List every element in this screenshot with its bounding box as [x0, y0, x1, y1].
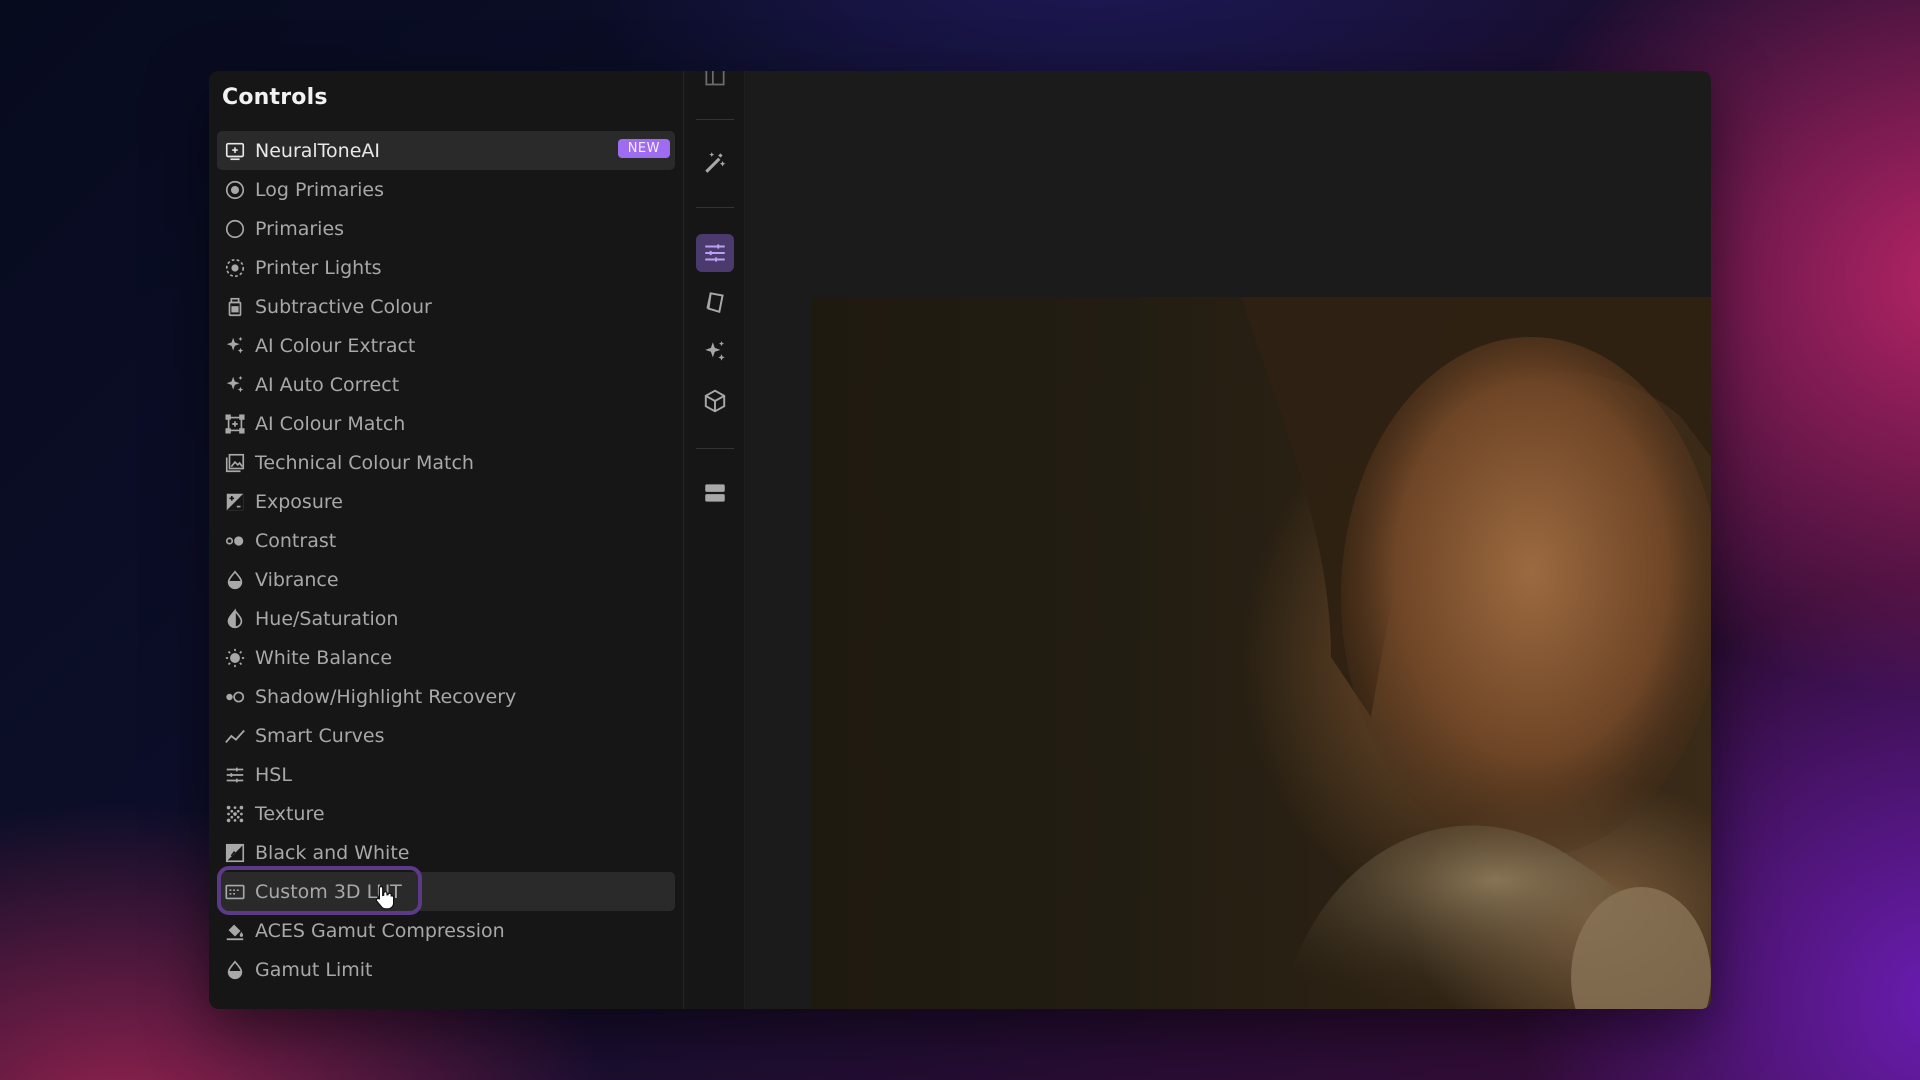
sidebar-item-label: Printer Lights [255, 256, 382, 279]
cube-icon[interactable] [696, 382, 734, 420]
lut-icon [223, 880, 247, 904]
toolbar-divider [696, 207, 734, 208]
sidebar-item-label: Hue/Saturation [255, 607, 399, 630]
adjustments-icon[interactable] [696, 234, 734, 272]
sidebar-item-label: AI Colour Extract [255, 334, 416, 357]
sidebar-item-exposure[interactable]: Exposure [217, 482, 675, 521]
exposure-icon [223, 490, 247, 514]
curve-icon [223, 724, 247, 748]
sparkle-icon[interactable] [696, 333, 734, 371]
sidebar-item-label: White Balance [255, 646, 393, 669]
frame-match-icon [223, 412, 247, 436]
sidebar-item-label: ACES Gamut Compression [255, 919, 505, 942]
image-gallery-icon [223, 451, 247, 475]
droplet-icon [223, 568, 247, 592]
circle-icon [223, 217, 247, 241]
sidebar-item-technical-colour-match[interactable]: Technical Colour Match [217, 443, 675, 482]
image-viewer [745, 71, 1711, 1009]
sidebar-item-label: Gamut Limit [255, 958, 373, 981]
sidebar-item-label: NeuralToneAI [255, 139, 381, 162]
sidebar-title: Controls [222, 85, 328, 110]
sidebar-item-label: HSL [255, 763, 292, 786]
sidebar-item-contrast[interactable]: Contrast [217, 521, 675, 560]
sidebar-item-label: AI Auto Correct [255, 373, 400, 396]
sidebar-item-ai-auto-correct[interactable]: AI Auto Correct [217, 365, 675, 404]
fill-bucket-icon [223, 919, 247, 943]
sidebar-item-hsl[interactable]: HSL [217, 755, 675, 794]
sidebar-item-label: Contrast [255, 529, 337, 552]
new-badge: NEW [617, 139, 670, 158]
sidebar-item-label: Shadow/Highlight Recovery [255, 685, 517, 708]
sidebar-item-custom-3d-lut[interactable]: Custom 3D LUT [217, 866, 675, 915]
sidebar-item-label: Primaries [255, 217, 345, 240]
sidebar-item-subtractive-colour[interactable]: Subtractive Colour [217, 287, 675, 326]
sidebar-item-black-and-white[interactable]: Black and White [217, 833, 675, 872]
dotted-circle-icon [223, 256, 247, 280]
layers-icon[interactable] [696, 474, 734, 512]
hand-cursor-icon [374, 884, 396, 910]
neural-tone-icon [223, 139, 247, 163]
sidebar-item-ai-colour-extract[interactable]: AI Colour Extract [217, 326, 675, 365]
droplet-icon [223, 958, 247, 982]
sidebar-item-smart-curves[interactable]: Smart Curves [217, 716, 675, 755]
panel-toggle-icon[interactable] [696, 71, 734, 93]
sliders-icon [223, 763, 247, 787]
app-window: Controls NeuralToneAI NEW Log Primaries [209, 71, 1711, 1009]
sidebar-item-hue-saturation[interactable]: Hue/Saturation [217, 599, 675, 638]
magic-wand-icon[interactable] [696, 143, 734, 181]
toolbar-divider [696, 448, 734, 449]
bw-icon [223, 841, 247, 865]
sidebar-item-white-balance[interactable]: White Balance [217, 638, 675, 677]
preview-image[interactable] [811, 297, 1711, 1009]
sidebar-item-label: Subtractive Colour [255, 295, 432, 318]
sidebar-item-label: AI Colour Match [255, 412, 406, 435]
shadow-highlight-icon [223, 685, 247, 709]
sidebar-item-printer-lights[interactable]: Printer Lights [217, 248, 675, 287]
sidebar-item-log-primaries[interactable]: Log Primaries [217, 170, 675, 209]
portrait-photo [1241, 297, 1711, 1009]
sparkle-icon [223, 334, 247, 358]
texture-dots-icon [223, 802, 247, 826]
sidebar-item-neuraltoneai[interactable]: NeuralToneAI NEW [217, 131, 675, 170]
half-droplet-icon [223, 607, 247, 631]
sidebar-item-aces-gamut-compression[interactable]: ACES Gamut Compression [217, 911, 675, 950]
shape-icon[interactable] [696, 283, 734, 321]
sidebar-item-label: Technical Colour Match [255, 451, 474, 474]
ink-bottle-icon [223, 295, 247, 319]
target-circle-icon [223, 178, 247, 202]
sidebar-item-label: Black and White [255, 841, 410, 864]
toolbar-divider [696, 119, 734, 120]
sidebar-item-label: Exposure [255, 490, 343, 513]
sidebar-item-shadow-highlight-recovery[interactable]: Shadow/Highlight Recovery [217, 677, 675, 716]
sidebar-item-label: Smart Curves [255, 724, 385, 747]
sidebar-item-ai-colour-match[interactable]: AI Colour Match [217, 404, 675, 443]
tool-strip [683, 71, 745, 1009]
sidebar-item-label: Texture [255, 802, 325, 825]
sidebar-item-gamut-limit[interactable]: Gamut Limit [217, 950, 675, 989]
sidebar-item-texture[interactable]: Texture [217, 794, 675, 833]
contrast-dots-icon [223, 529, 247, 553]
controls-sidebar: Controls NeuralToneAI NEW Log Primaries [209, 71, 683, 1009]
sidebar-item-vibrance[interactable]: Vibrance [217, 560, 675, 599]
sidebar-item-primaries[interactable]: Primaries [217, 209, 675, 248]
sun-icon [223, 646, 247, 670]
sparkle-icon [223, 373, 247, 397]
sidebar-item-label: Log Primaries [255, 178, 385, 201]
sidebar-item-label: Vibrance [255, 568, 339, 591]
controls-list: NeuralToneAI NEW Log Primaries Primaries [217, 131, 675, 989]
